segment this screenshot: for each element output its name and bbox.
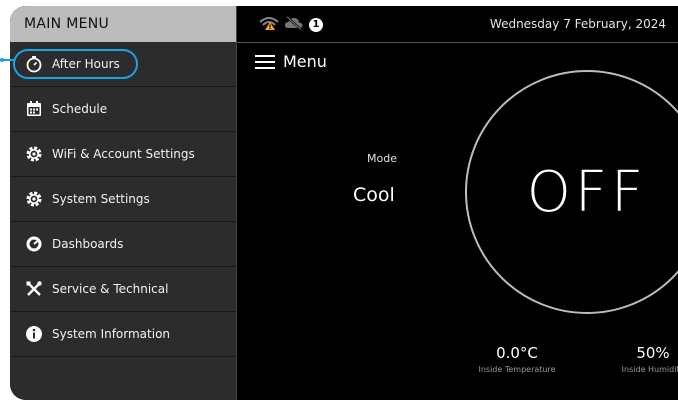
calendar-icon: [24, 99, 44, 119]
mode-value[interactable]: Cool: [353, 184, 395, 206]
inside-temperature: 0.0°C Inside Temperature: [457, 344, 577, 374]
hamburger-icon: [255, 54, 275, 70]
menu-item-dashboards[interactable]: Dashboards: [10, 222, 236, 267]
status-bar: 1 Wednesday 7 February, 2024: [237, 6, 678, 43]
stopwatch-icon: [24, 54, 44, 74]
gear-icon: [24, 144, 44, 164]
power-toggle[interactable]: OFF: [465, 70, 678, 314]
main-panel: 1 Wednesday 7 February, 2024 Menu Mode C…: [237, 6, 678, 400]
menu-item-label: Schedule: [52, 102, 108, 116]
inside-humidity: 50% Inside Humidity: [603, 344, 678, 374]
menu-item-label: System Settings: [52, 192, 150, 206]
wifi-warning-icon[interactable]: [259, 15, 279, 34]
menu-item-label: After Hours: [52, 57, 120, 71]
menu-item-schedule[interactable]: Schedule: [10, 87, 236, 132]
main-menu-sidebar: MAIN MENU After Hours Schedule WiFi & Ac…: [10, 6, 237, 400]
info-icon: [24, 324, 44, 344]
temperature-caption: Inside Temperature: [478, 365, 556, 374]
menu-item-service-technical[interactable]: Service & Technical: [10, 267, 236, 312]
current-date: Wednesday 7 February, 2024: [489, 17, 666, 31]
gear-icon: [24, 189, 44, 209]
status-icons: 1: [259, 15, 323, 34]
menu-item-wifi-account-settings[interactable]: WiFi & Account Settings: [10, 132, 236, 177]
thermostat-screen: MAIN MENU After Hours Schedule WiFi & Ac…: [10, 6, 678, 400]
menu-item-label: WiFi & Account Settings: [52, 147, 195, 161]
menu-item-after-hours[interactable]: After Hours: [10, 42, 236, 87]
alert-icon[interactable]: 1: [309, 17, 323, 32]
alert-count: 1: [312, 19, 320, 30]
humidity-value: 50%: [636, 344, 670, 362]
main-menu-title: MAIN MENU: [10, 6, 236, 42]
main-menu-list: After Hours Schedule WiFi & Account Sett…: [10, 42, 236, 357]
menu-item-system-information[interactable]: System Information: [10, 312, 236, 357]
cloud-off-icon[interactable]: [284, 15, 304, 34]
gauge-icon: [24, 234, 44, 254]
menu-item-label: Service & Technical: [52, 282, 169, 296]
menu-button[interactable]: Menu: [255, 52, 327, 71]
power-state: OFF: [526, 159, 648, 225]
mode-label: Mode: [367, 152, 397, 165]
humidity-caption: Inside Humidity: [621, 365, 678, 374]
menu-button-label: Menu: [283, 52, 327, 71]
menu-item-label: System Information: [52, 327, 171, 341]
menu-item-label: Dashboards: [52, 237, 124, 251]
tools-icon: [24, 279, 44, 299]
temperature-value: 0.0°C: [496, 344, 538, 362]
callout-line: [0, 59, 15, 61]
menu-item-system-settings[interactable]: System Settings: [10, 177, 236, 222]
